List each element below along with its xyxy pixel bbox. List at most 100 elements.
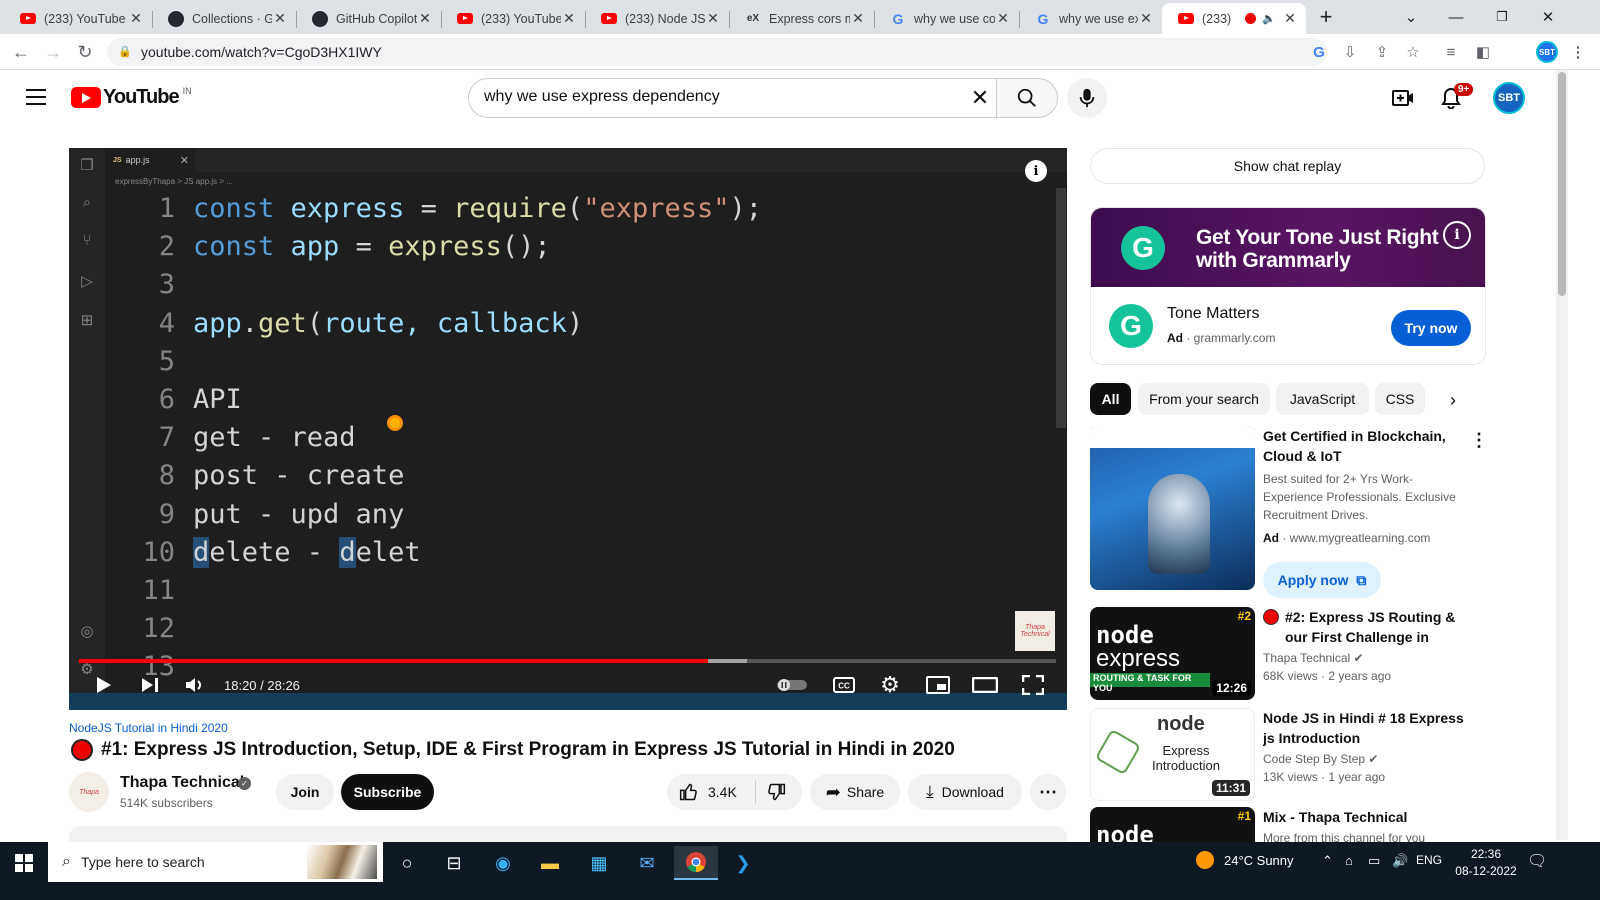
join-button[interactable]: Join: [276, 774, 334, 810]
minimize-button[interactable]: —: [1433, 0, 1479, 34]
microsoft-store-icon[interactable]: ▦: [577, 846, 621, 880]
chip-javascript[interactable]: JavaScript: [1276, 383, 1369, 415]
voice-search-button[interactable]: [1067, 78, 1107, 118]
address-bar[interactable]: 🔒 youtube.com/watch?v=CgoD3HX1IWY: [107, 38, 1327, 66]
tab-close-icon[interactable]: ✕: [561, 10, 577, 27]
more-actions-button[interactable]: ⋯: [1030, 774, 1066, 810]
try-now-button[interactable]: Try now: [1391, 310, 1471, 346]
channel-name[interactable]: Thapa Technical ✔: [1263, 651, 1364, 665]
weather-icon[interactable]: [1196, 851, 1214, 872]
forward-button[interactable]: →: [40, 39, 66, 65]
grammarly-ad-card[interactable]: G Get Your Tone Just Right with Grammarl…: [1090, 207, 1486, 365]
video-title[interactable]: Mix - Thapa Technical: [1263, 807, 1468, 827]
video-player[interactable]: ❐ ⌕ ⑂ ▷ ⊞ ◎ ⚙ JS app.js ✕ expressByThapa…: [69, 148, 1067, 710]
subscribe-button[interactable]: Subscribe: [341, 774, 434, 810]
browser-tab[interactable]: Collections · GitHub ✕: [152, 3, 296, 34]
edge-browser-icon[interactable]: ◉: [481, 846, 525, 880]
taskbar-search[interactable]: ⌕ Type here to search: [48, 842, 383, 882]
task-switcher-icon[interactable]: ⊟: [432, 846, 476, 880]
windows-start-icon[interactable]: [15, 854, 33, 872]
browser-tab[interactable]: (233) YouTube ✕: [441, 3, 585, 34]
back-button[interactable]: ←: [8, 39, 34, 65]
channel-avatar[interactable]: Thapa: [69, 772, 109, 812]
volume-button[interactable]: [181, 672, 207, 698]
browser-tab[interactable]: GitHub Copilot ✕: [296, 3, 441, 34]
search-button[interactable]: [996, 78, 1058, 118]
theater-mode-button[interactable]: [971, 672, 999, 698]
side-panel-icon[interactable]: ◧: [1473, 42, 1493, 62]
more-options-icon[interactable]: ⋮: [1470, 430, 1488, 451]
miniplayer-button[interactable]: [924, 672, 952, 698]
page-scrollbar[interactable]: [1556, 70, 1568, 840]
like-button[interactable]: 3.4K: [679, 782, 737, 802]
display-icon[interactable]: ▭: [1368, 853, 1380, 869]
reload-button[interactable]: ↻: [72, 39, 98, 65]
tab-close-icon[interactable]: ✕: [1282, 10, 1298, 27]
file-explorer-icon[interactable]: ▬: [528, 846, 572, 880]
scrollbar-thumb[interactable]: [1558, 72, 1566, 296]
browser-tab[interactable]: (233) YouTube ✕: [4, 3, 152, 34]
task-view-icon[interactable]: ○: [385, 846, 429, 880]
speaker-icon[interactable]: 🔊: [1392, 853, 1408, 869]
show-chat-replay-button[interactable]: Show chat replay: [1090, 148, 1485, 184]
recommended-video[interactable]: node Express Introduction 11:31 Node JS …: [1090, 708, 1490, 801]
chip-css[interactable]: CSS: [1375, 383, 1425, 415]
vscode-icon[interactable]: ❯: [721, 846, 765, 880]
progress-bar[interactable]: [79, 659, 1056, 663]
chip-from-your-search[interactable]: From your search: [1138, 383, 1270, 415]
video-thumbnail[interactable]: node express #2 ROUTING & TASK FOR YOU 1…: [1090, 607, 1255, 700]
weather-text[interactable]: 24°C Sunny: [1224, 853, 1294, 868]
tab-close-icon[interactable]: ✕: [995, 10, 1011, 27]
taskbar-clock[interactable]: 22:36 08-12-2022: [1452, 846, 1520, 880]
window-close-button[interactable]: ✕: [1525, 0, 1571, 34]
browser-tab[interactable]: (233) Node JS in ✕: [585, 3, 729, 34]
next-button[interactable]: [137, 672, 163, 698]
chevron-right-icon[interactable]: ›: [1450, 390, 1456, 411]
video-thumbnail[interactable]: node Express Introduction 11:31: [1090, 708, 1255, 801]
new-tab-button[interactable]: +: [1307, 0, 1345, 34]
channel-name[interactable]: Code Step By Step ✔: [1263, 752, 1378, 766]
video-title[interactable]: #2: Express JS Routing & our First Chall…: [1263, 607, 1468, 647]
channel-watermark[interactable]: Thapa Technical: [1015, 611, 1055, 651]
create-video-icon[interactable]: [1391, 86, 1415, 110]
notification-center-icon[interactable]: 🗨: [1527, 851, 1547, 871]
sidebar-ad-item[interactable]: Get Certified in Blockchain, Cloud & IoT…: [1090, 426, 1490, 602]
browser-tab-active[interactable]: (233) 🔈 ✕: [1162, 3, 1306, 34]
tab-close-icon[interactable]: ✕: [850, 10, 866, 27]
search-input[interactable]: [484, 88, 944, 106]
browser-tab[interactable]: G why we use exp ✕: [1019, 3, 1162, 34]
tab-search-icon[interactable]: ⌄: [1388, 0, 1434, 34]
recommended-video[interactable]: node express #2 ROUTING & TASK FOR YOU 1…: [1090, 607, 1490, 700]
chip-all[interactable]: All: [1090, 383, 1131, 415]
video-title[interactable]: Node JS in Hindi # 18 Express js Introdu…: [1263, 708, 1468, 748]
share-icon[interactable]: ⇪: [1372, 42, 1392, 62]
tab-close-icon[interactable]: ✕: [272, 10, 288, 27]
channel-name[interactable]: Thapa Technical: [120, 774, 244, 792]
download-button[interactable]: ⤓ Download: [908, 774, 1022, 810]
clear-search-icon[interactable]: ✕: [968, 85, 992, 110]
browser-tab[interactable]: eX Express cors mi ✕: [729, 3, 874, 34]
show-hidden-icons[interactable]: ⌃: [1322, 853, 1333, 869]
share-button[interactable]: ➦ Share: [810, 774, 900, 810]
tab-close-icon[interactable]: ✕: [128, 10, 144, 27]
info-icon[interactable]: i: [1025, 160, 1047, 182]
tab-close-icon[interactable]: ✕: [417, 10, 433, 27]
audio-playing-icon[interactable]: 🔈: [1262, 12, 1276, 25]
apply-now-button[interactable]: Apply now ⧉: [1263, 562, 1381, 598]
restore-button[interactable]: ❐: [1479, 0, 1525, 34]
browser-tab[interactable]: G why we use cor ✕: [874, 3, 1019, 34]
fullscreen-button[interactable]: [1019, 672, 1047, 698]
ad-title[interactable]: Get Certified in Blockchain, Cloud & IoT: [1263, 426, 1468, 466]
video-thumbnail[interactable]: node #1: [1090, 807, 1255, 842]
tab-close-icon[interactable]: ✕: [705, 10, 721, 27]
ad-info-icon[interactable]: i: [1443, 221, 1471, 249]
tab-close-icon[interactable]: ✕: [1138, 10, 1154, 27]
account-avatar[interactable]: SBT: [1493, 82, 1525, 114]
play-button[interactable]: [91, 672, 117, 698]
autoplay-toggle[interactable]: [775, 672, 809, 698]
reading-list-icon[interactable]: ≡: [1441, 42, 1461, 62]
captions-button[interactable]: CC: [831, 672, 857, 698]
settings-button[interactable]: ⚙: [877, 672, 903, 698]
browser-profile-avatar[interactable]: SBT: [1536, 41, 1558, 63]
youtube-logo[interactable]: YouTube IN: [71, 86, 192, 109]
